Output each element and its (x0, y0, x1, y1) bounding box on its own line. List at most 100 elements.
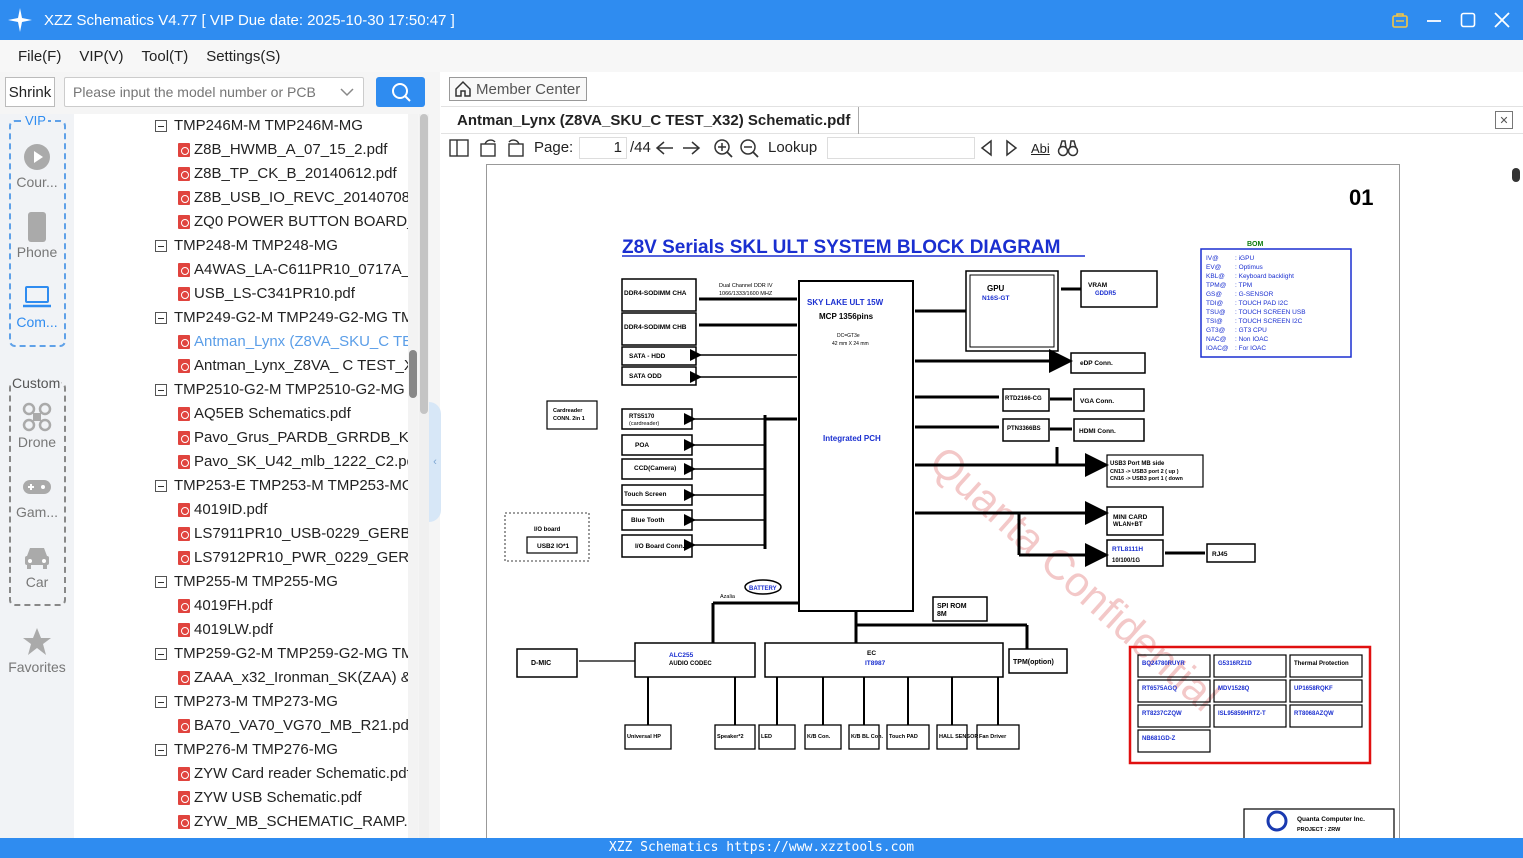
tree-folder[interactable]: TMP276-M TMP276-MG (74, 738, 408, 762)
usb3-port-a: CN13 -> USB3 port 2 ( up ) (1110, 469, 1179, 475)
tree-file[interactable]: Pavo_SK_U42_mlb_1222_C2.pdf (74, 450, 408, 474)
tree-file[interactable]: 4019ID.pdf (74, 498, 408, 522)
peripheral-label: Universal HP (627, 734, 661, 740)
category-drone[interactable]: Drone (0, 402, 74, 450)
maximize-button[interactable] (1457, 9, 1479, 31)
close-tab-icon[interactable]: ✕ (1495, 111, 1513, 129)
chevron-down-icon[interactable] (340, 84, 354, 100)
category-computer[interactable]: Com... (0, 282, 74, 330)
prev-page-icon[interactable] (655, 138, 675, 158)
category-game[interactable]: Gam... (0, 472, 74, 520)
tree-folder[interactable]: TMP246M-M TMP246M-MG (74, 114, 408, 138)
match-case-toggle[interactable]: Abi (1031, 138, 1050, 158)
tree-file[interactable]: AQ5EB Schematics.pdf (74, 402, 408, 426)
panel-scrollbar[interactable] (419, 114, 429, 838)
page-number-input[interactable]: 1 (579, 137, 627, 159)
search-button[interactable] (376, 77, 425, 107)
tree-file[interactable]: ZAAA_x32_Ironman_SK(ZAA) & (74, 666, 408, 690)
tree-file[interactable]: Z8B_HWMB_A_07_15_2.pdf (74, 138, 408, 162)
tree-folder[interactable]: TMP259-G2-M TMP259-G2-MG TM (74, 642, 408, 666)
tree-file[interactable]: BA70_VA70_VG70_MB_R21.pdf (74, 714, 408, 738)
collapse-toggle-icon[interactable] (155, 312, 167, 324)
tree-file[interactable]: Pavo_Grus_PARDB_GRRDB_KBL_ (74, 426, 408, 450)
shrink-button[interactable]: Shrink (5, 77, 55, 107)
document-tab[interactable]: Antman_Lynx (Z8VA_SKU_C TEST_X32) Schema… (449, 107, 860, 134)
viewer-scrollbar-thumb[interactable] (1512, 168, 1520, 182)
tree-file[interactable]: 4019FH.pdf (74, 594, 408, 618)
collapse-panel-button[interactable]: ‹ (429, 402, 441, 522)
tree-file[interactable]: Antman_Lynx (Z8VA_SKU_C TES (74, 330, 408, 354)
rts5170-sub: (cardreader) (629, 421, 659, 427)
collapse-toggle-icon[interactable] (155, 480, 167, 492)
tree-file[interactable]: ZYW USB Schematic.pdf (74, 786, 408, 810)
binoculars-icon[interactable] (1057, 138, 1079, 158)
collapse-toggle-icon[interactable] (155, 744, 167, 756)
zoom-in-icon[interactable] (713, 138, 733, 158)
collapse-toggle-icon[interactable] (155, 240, 167, 252)
category-course[interactable]: Cour... (0, 142, 74, 190)
tree-folder[interactable]: TMP2510-G2-M TMP2510-G2-MG (74, 378, 408, 402)
collapse-toggle-icon[interactable] (155, 120, 167, 132)
category-label: Car (25, 574, 49, 590)
tree-file[interactable]: A4WAS_LA-C611PR10_0717A_Te (74, 258, 408, 282)
company-name: Quanta Computer Inc. (1297, 816, 1365, 823)
pdf-file-icon (178, 527, 190, 541)
cpu-title: SKY LAKE ULT 15W (807, 298, 884, 307)
tree-file[interactable]: USB_LS-C341PR10.pdf (74, 282, 408, 306)
find-next-icon[interactable] (1005, 138, 1019, 158)
tree-file[interactable]: LS7912PR10_PWR_0229_GERBER (74, 546, 408, 570)
tree-file[interactable]: Z8B_USB_IO_REVC_20140708.pdf (74, 186, 408, 210)
pdf-file-icon (178, 551, 190, 565)
pdf-file-icon (178, 191, 190, 205)
collapse-toggle-icon[interactable] (155, 576, 167, 588)
tree-file[interactable]: Antman_Lynx_Z8VA_ C TEST_X1 (74, 354, 408, 378)
minimize-button[interactable] (1423, 9, 1445, 31)
category-phone[interactable]: Phone (0, 212, 74, 260)
sidebar-toggle-icon[interactable] (449, 138, 469, 158)
tree-folder[interactable]: TMP273-M TMP273-MG (74, 690, 408, 714)
tree-file[interactable]: ZYW_MB_SCHEMATIC_RAMP.pdf (74, 810, 408, 834)
menu-vip[interactable]: VIP(V) (79, 48, 123, 65)
menu-settings[interactable]: Settings(S) (206, 48, 280, 65)
collapse-toggle-icon[interactable] (155, 384, 167, 396)
close-button[interactable] (1491, 9, 1513, 31)
tree-file[interactable]: 4019LW.pdf (74, 618, 408, 642)
viewer-scrollbar[interactable] (1507, 162, 1523, 838)
category-favorites[interactable]: Favorites (0, 627, 74, 675)
menu-file[interactable]: File(F) (18, 48, 61, 65)
menu-tool[interactable]: Tool(T) (142, 48, 189, 65)
find-prev-icon[interactable] (979, 138, 993, 158)
next-page-icon[interactable] (681, 138, 701, 158)
tree-file[interactable]: ZYW Card reader Schematic.pdf (74, 762, 408, 786)
member-center-button[interactable]: Member Center (449, 77, 587, 101)
tree-file[interactable]: LS7911PR10_USB-0229_GERBER (74, 522, 408, 546)
usb2-io: USB2 IO*1 (537, 543, 570, 550)
quanta-logo-icon (1266, 810, 1288, 832)
panel-scrollbar-thumb[interactable] (420, 114, 428, 414)
category-car[interactable]: Car (0, 542, 74, 590)
tree-item-label: 4019LW.pdf (194, 621, 273, 638)
zoom-out-icon[interactable] (739, 138, 759, 158)
rotate-right-icon[interactable] (505, 138, 525, 158)
search-input[interactable] (64, 77, 364, 107)
tree-folder[interactable]: TMP249-G2-M TMP249-G2-MG TM (74, 306, 408, 330)
collapse-toggle-icon[interactable] (155, 648, 167, 660)
phone-icon (28, 212, 46, 242)
tree-file[interactable]: Z8B_TP_CK_B_20140612.pdf (74, 162, 408, 186)
touch-screen: Touch Screen (624, 491, 667, 498)
tree-folder[interactable]: TMP255-M TMP255-MG (74, 570, 408, 594)
tree-item-label: A4WAS_LA-C611PR10_0717A_Te (194, 261, 408, 278)
tree-scrollbar-thumb[interactable] (409, 350, 417, 398)
lookup-input[interactable] (827, 137, 975, 159)
collapse-toggle-icon[interactable] (155, 696, 167, 708)
tree-folder[interactable]: TMP253-E TMP253-M TMP253-MG (74, 474, 408, 498)
tree-file[interactable]: ZQ0 POWER BUTTON BOARD_B (74, 210, 408, 234)
vip-bag-icon[interactable] (1389, 9, 1411, 31)
category-label: Drone (17, 434, 57, 450)
rotate-left-icon[interactable] (479, 138, 499, 158)
pdf-viewer[interactable]: 01 Z8V Serials SKL ULT SYSTEM BLOCK DIAG… (441, 162, 1523, 838)
tree-item-label: 4019ID.pdf (194, 501, 268, 518)
tree-scrollbar[interactable] (408, 114, 418, 838)
tree-folder[interactable]: TMP248-M TMP248-MG (74, 234, 408, 258)
rtl8111h: RTL8111H (1112, 546, 1143, 553)
